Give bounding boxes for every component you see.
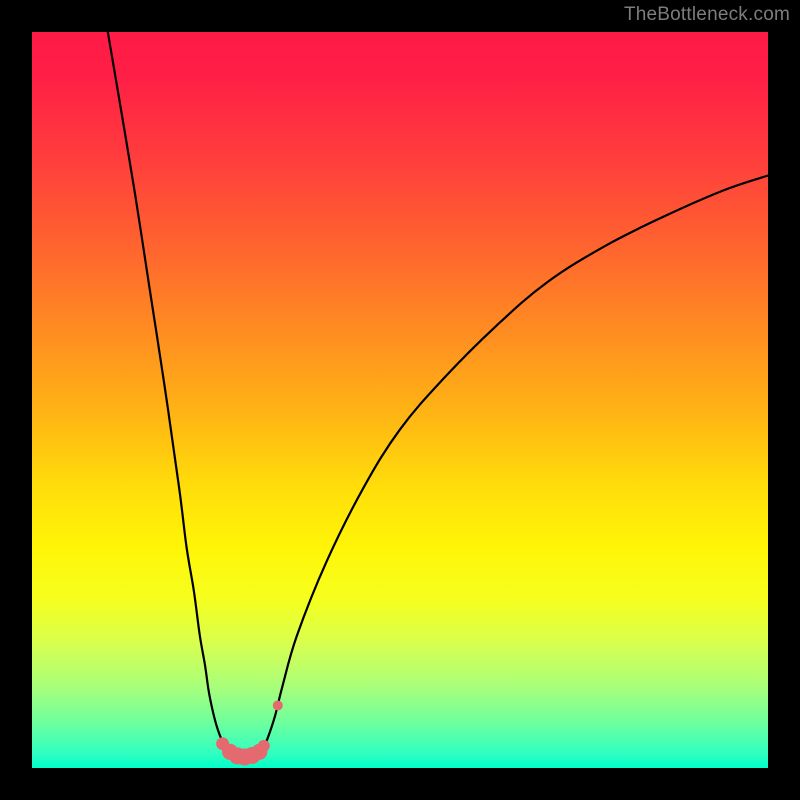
trough-dot	[273, 700, 283, 710]
chart-frame: TheBottleneck.com	[0, 0, 800, 800]
plot-area	[32, 32, 768, 768]
marker-layer	[216, 700, 283, 765]
series-right-curve	[256, 176, 768, 755]
watermark-text: TheBottleneck.com	[624, 4, 790, 26]
trough-dot	[258, 740, 270, 752]
series-left-curve	[108, 32, 235, 755]
chart-svg	[32, 32, 768, 768]
curve-layer	[108, 32, 768, 757]
